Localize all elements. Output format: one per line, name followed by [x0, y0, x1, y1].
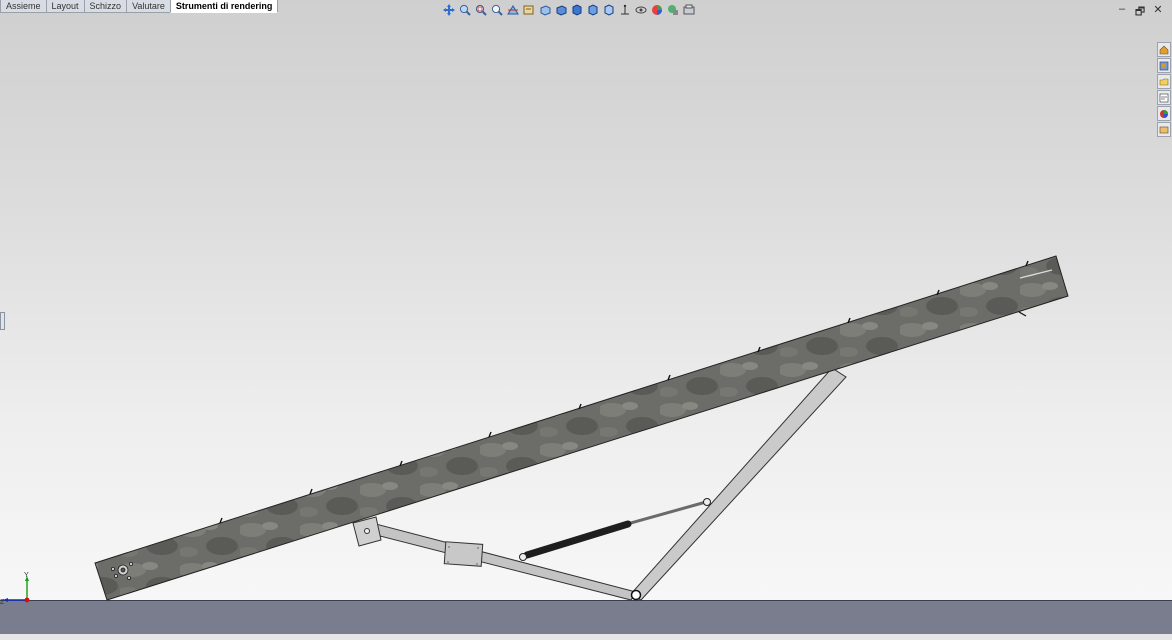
gas-spring-upper-eye [703, 498, 711, 506]
gas-spring-cylinder [523, 520, 632, 559]
base-pivot [630, 589, 642, 601]
beam-fasteners [219, 260, 1029, 524]
gas-spring-rod [619, 500, 707, 528]
link-plate [443, 541, 484, 567]
main-beam [94, 255, 1069, 601]
gas-spring-lower-eye [519, 553, 527, 561]
x-axis [24, 597, 30, 603]
z-axis-label: Z [0, 599, 5, 606]
y-axis-label: Y [24, 572, 29, 579]
assembly-model[interactable] [0, 0, 1172, 640]
coordinate-triad: Y Z [0, 572, 30, 606]
